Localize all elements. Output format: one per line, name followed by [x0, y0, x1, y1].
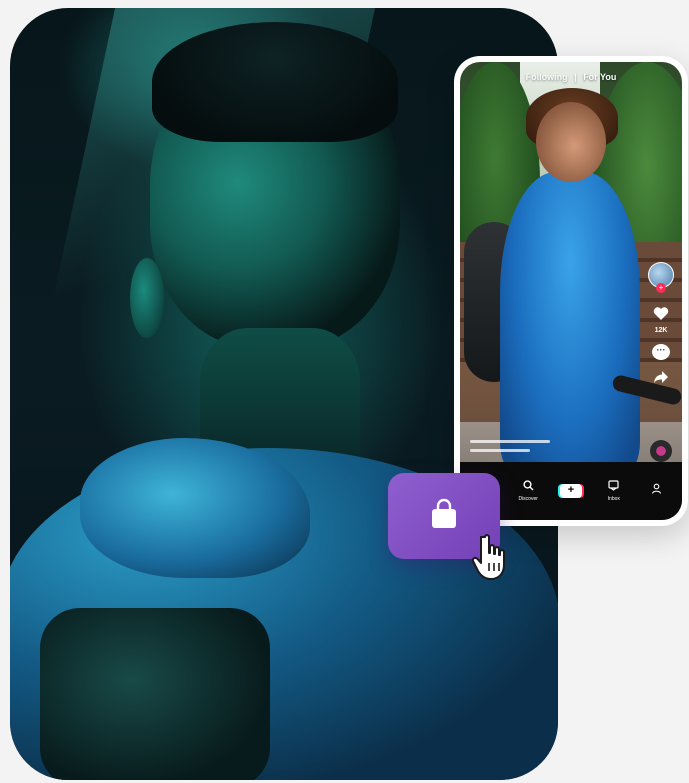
comment-icon[interactable]: ··· — [652, 344, 670, 360]
person-face — [536, 102, 606, 182]
man-ear — [130, 258, 164, 338]
nav-discover[interactable]: Discover — [517, 480, 539, 502]
nav-profile[interactable] — [646, 483, 668, 499]
heart-icon[interactable] — [653, 306, 669, 325]
tab-for-you[interactable]: For You — [583, 72, 616, 82]
music-disc-icon[interactable] — [650, 440, 672, 462]
phone-mockup: Following | For You + 12K ··· ⌂ — [454, 56, 688, 526]
man-hair — [152, 22, 398, 142]
creator-avatar[interactable]: + — [648, 262, 674, 293]
nav-inbox[interactable]: Inbox — [603, 480, 625, 502]
nav-create[interactable]: + — [559, 484, 582, 498]
side-actions: + 12K ··· — [648, 262, 674, 388]
shopping-bag-icon — [427, 497, 461, 536]
feed-tabs: Following | For You — [460, 72, 682, 82]
nav-discover-label: Discover — [518, 496, 538, 502]
inbox-icon — [608, 480, 619, 494]
share-icon[interactable] — [653, 370, 669, 388]
tab-following[interactable]: Following — [526, 72, 568, 82]
video-caption — [470, 440, 570, 458]
hand-pointer-icon — [470, 533, 514, 583]
search-icon — [523, 480, 534, 494]
create-button[interactable]: + — [559, 484, 582, 498]
hand-holding-phone — [40, 608, 270, 780]
follow-button[interactable]: + — [656, 283, 666, 293]
tab-separator: | — [574, 72, 577, 82]
like-count: 12K — [654, 327, 668, 334]
person-jacket — [500, 172, 640, 472]
profile-icon — [651, 483, 662, 497]
video-feed-screen[interactable]: Following | For You + 12K ··· ⌂ — [460, 62, 682, 520]
nav-inbox-label: Inbox — [607, 496, 620, 502]
